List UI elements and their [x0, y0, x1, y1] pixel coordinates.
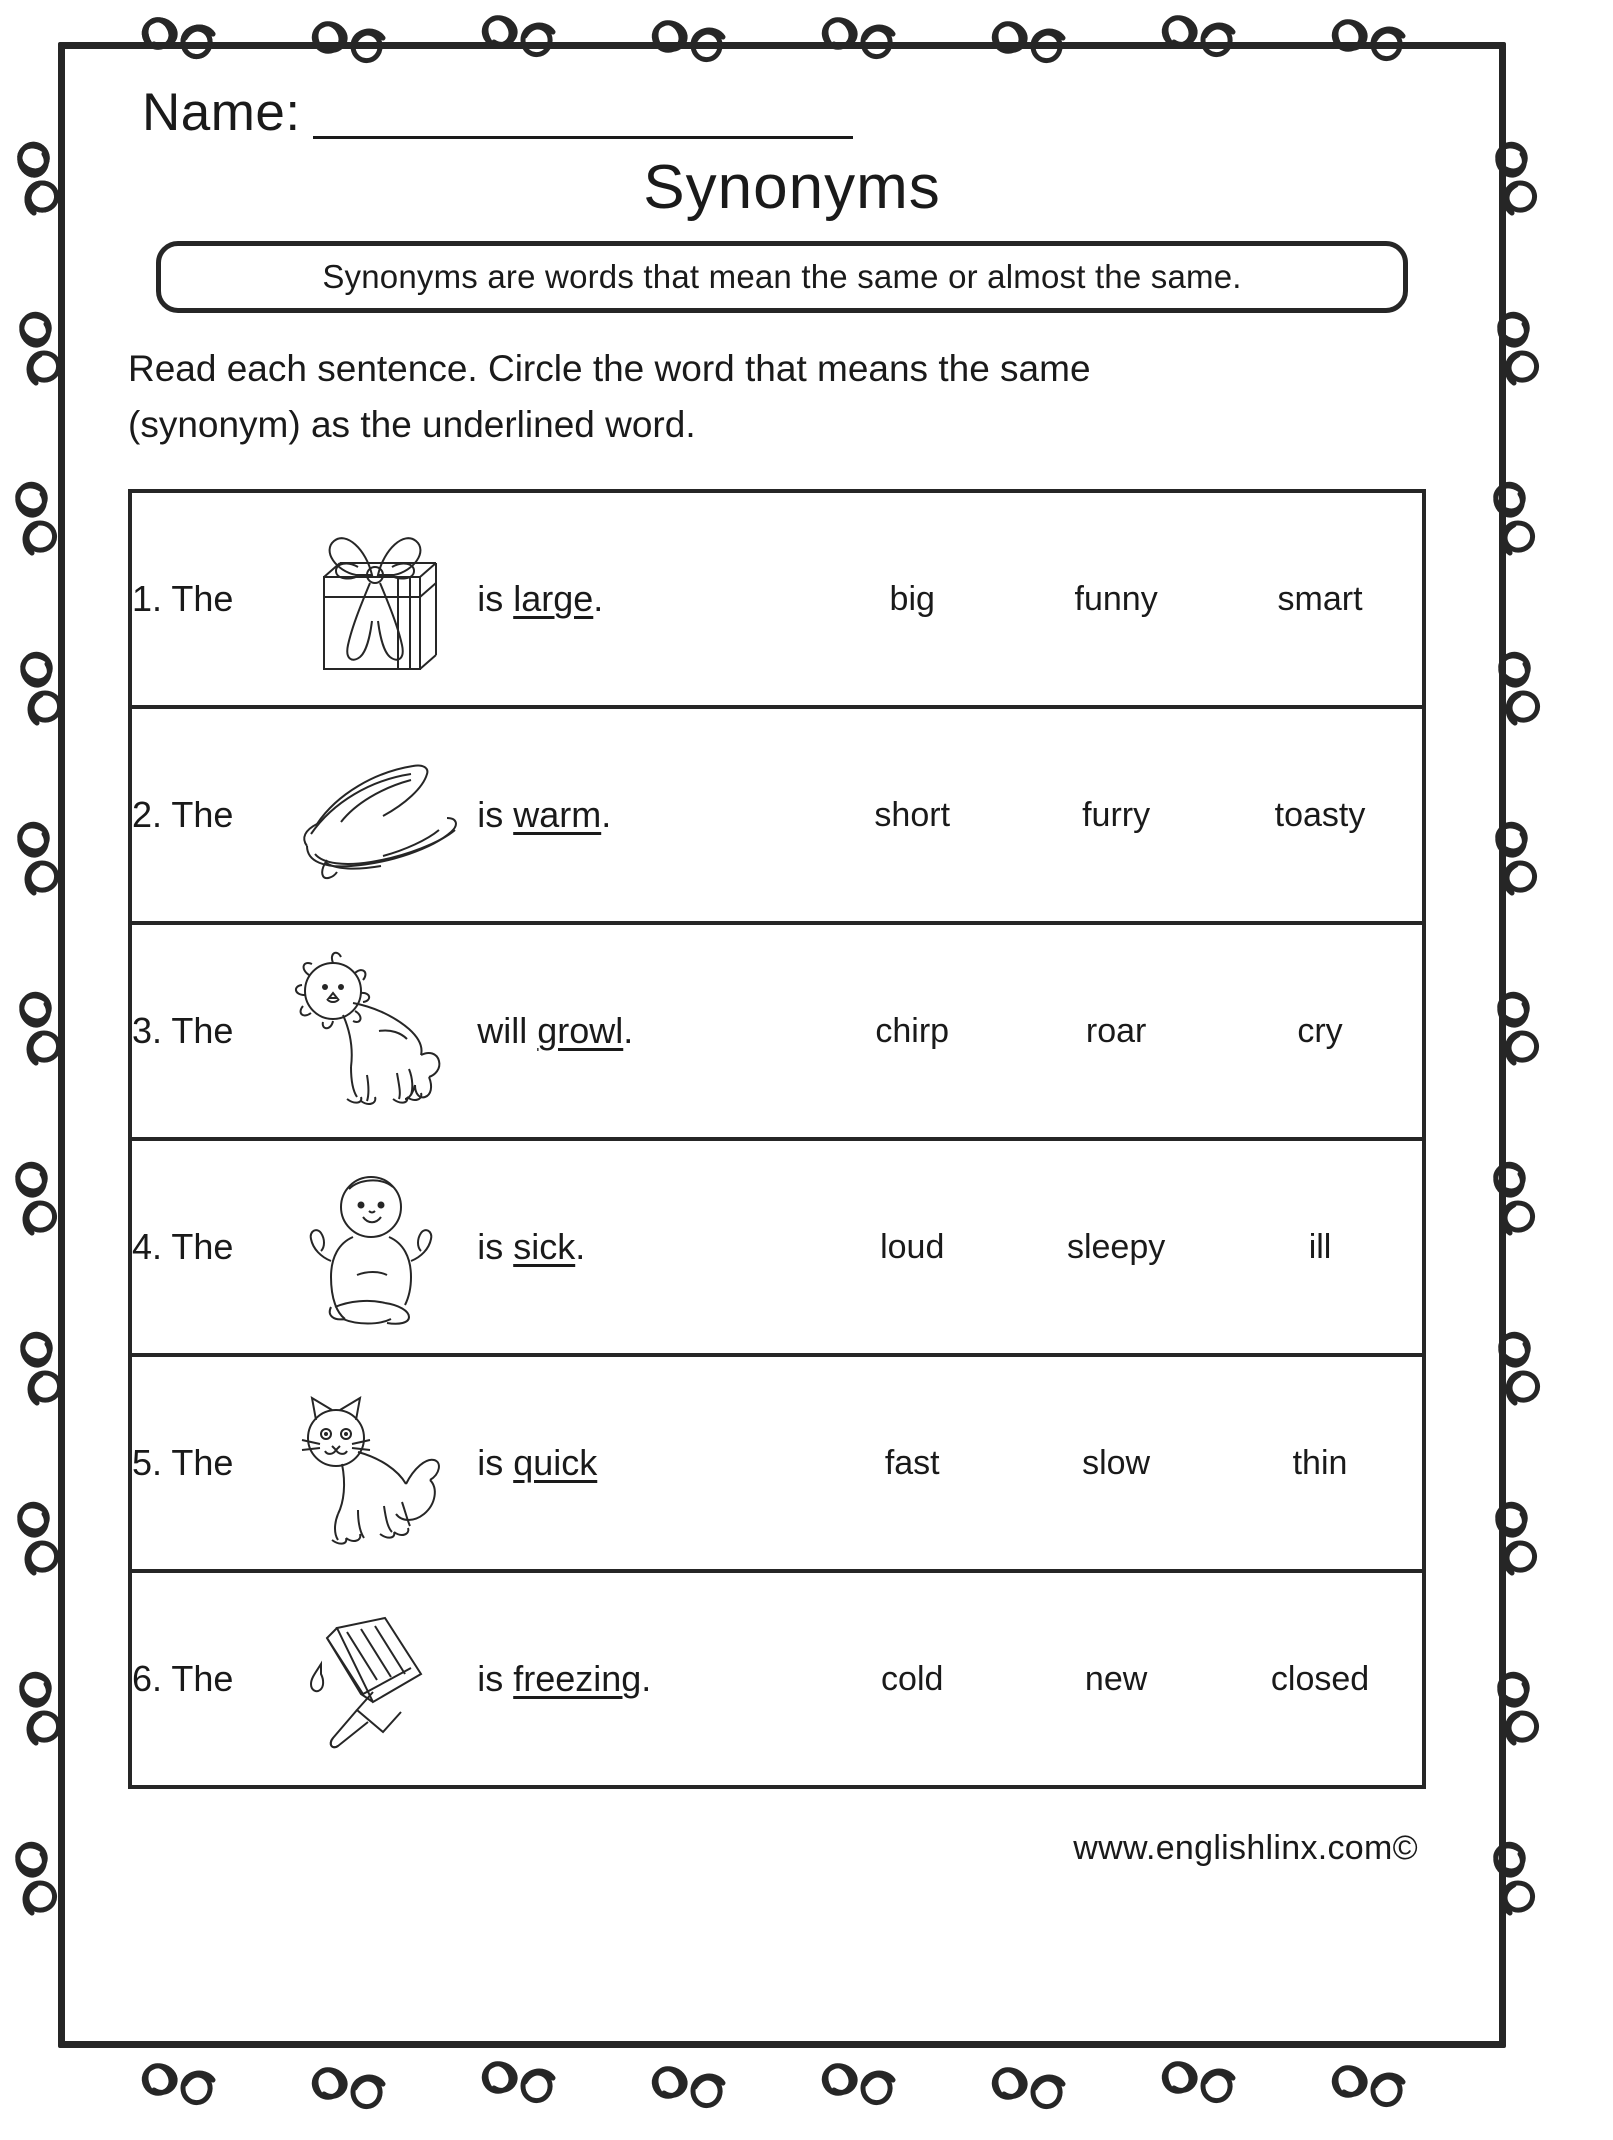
name-label: Name: [142, 83, 301, 142]
answer-option-2[interactable]: furry [1014, 707, 1218, 923]
answer-option-1[interactable]: short [810, 707, 1014, 923]
table-row: 3. The will growl. chirp roar cry [130, 923, 1424, 1140]
name-blank-line[interactable]: ______________________ [313, 87, 854, 141]
directions-line-1: Read each sentence. Circle the word that… [128, 348, 1091, 389]
underlined-keyword: growl [537, 1010, 624, 1052]
question-image-cell [265, 491, 477, 707]
directions: Read each sentence. Circle the word that… [128, 341, 1308, 453]
answer-option-1[interactable]: cold [810, 1571, 1014, 1787]
answer-option-2[interactable]: roar [1014, 923, 1218, 1139]
underlined-keyword: sick [513, 1226, 576, 1268]
question-image-cell [265, 1139, 477, 1355]
question-sentence: is freezing. [477, 1571, 810, 1787]
sentence-prefix: is [477, 1442, 514, 1484]
questions-table: 1. The is large. big funny smart 2. The … [128, 489, 1426, 1790]
popsicle-icon [310, 1617, 423, 1749]
answer-option-3[interactable]: ill [1218, 1139, 1424, 1355]
answer-option-1[interactable]: loud [810, 1139, 1014, 1355]
blanket-icon [303, 764, 458, 880]
sentence-prefix: is [477, 578, 514, 620]
question-number: 2. The [132, 794, 234, 836]
kitten-icon [301, 1395, 440, 1545]
answer-option-2[interactable]: funny [1014, 491, 1218, 707]
answer-option-3[interactable]: cry [1218, 923, 1424, 1139]
page-title: Synonyms [643, 153, 941, 222]
question-sentence: is quick [477, 1355, 810, 1571]
definition-box: Synonyms are words that mean the same or… [156, 241, 1408, 313]
underlined-keyword: freezing [513, 1658, 642, 1700]
question-number: 5. The [132, 1442, 234, 1484]
sentence-suffix: . [623, 1010, 634, 1052]
underlined-keyword: large [513, 578, 594, 620]
answer-option-3[interactable]: toasty [1218, 707, 1424, 923]
sentence-suffix: . [601, 794, 612, 836]
sentence-prefix: is [477, 1226, 514, 1268]
sentence-suffix: . [575, 1226, 586, 1268]
table-row: 4. The is sick. loud sleepy ill [130, 1139, 1424, 1356]
question-sentence: will growl. [477, 923, 810, 1139]
underlined-keyword: quick [513, 1442, 598, 1484]
answer-option-3[interactable]: smart [1218, 491, 1424, 707]
sentence-suffix: . [593, 578, 604, 620]
underlined-keyword: warm [513, 794, 602, 836]
footer-url[interactable]: www.englishlinx.com© [120, 1829, 1444, 1868]
directions-line-2: (synonym) as the underlined word. [128, 404, 696, 446]
question-image-cell [265, 1571, 477, 1787]
lion-icon [295, 951, 441, 1105]
table-row: 2. The is warm. short furry toasty [130, 707, 1424, 924]
answer-option-1[interactable]: big [810, 491, 1014, 707]
question-image-cell [265, 923, 477, 1139]
table-row: 1. The is large. big funny smart [130, 491, 1424, 708]
table-row: 5. The is quick fast slow thin [130, 1355, 1424, 1572]
sentence-prefix: is [477, 794, 514, 836]
question-image-cell [265, 1355, 477, 1571]
worksheet-content: Name: ______________________ Synonyms Sy… [58, 42, 1506, 2048]
gift-box-icon [323, 537, 438, 671]
question-number: 3. The [132, 1010, 234, 1052]
answer-option-2[interactable]: slow [1014, 1355, 1218, 1571]
worksheet-page: Name: ______________________ Synonyms Sy… [0, 0, 1613, 2140]
question-number: 1. The [132, 578, 234, 620]
question-sentence: is large. [477, 491, 810, 707]
name-row: Name: ______________________ [142, 82, 1444, 156]
sentence-suffix: . [641, 1658, 652, 1700]
answer-option-1[interactable]: chirp [810, 923, 1014, 1139]
question-image-cell [265, 707, 477, 923]
question-number: 4. The [132, 1226, 234, 1268]
baby-icon [309, 1175, 433, 1325]
sentence-prefix: will [477, 1010, 538, 1052]
sentence-prefix: is [477, 1658, 514, 1700]
question-number: 6. The [132, 1658, 234, 1700]
answer-option-2[interactable]: sleepy [1014, 1139, 1218, 1355]
answer-option-1[interactable]: fast [810, 1355, 1014, 1571]
table-row: 6. The is freezing. cold new closed [130, 1571, 1424, 1787]
answer-option-3[interactable]: thin [1218, 1355, 1424, 1571]
question-sentence: is sick. [477, 1139, 810, 1355]
answer-option-3[interactable]: closed [1218, 1571, 1424, 1787]
definition-text: Synonyms are words that mean the same or… [322, 258, 1242, 295]
question-sentence: is warm. [477, 707, 810, 923]
answer-option-2[interactable]: new [1014, 1571, 1218, 1787]
